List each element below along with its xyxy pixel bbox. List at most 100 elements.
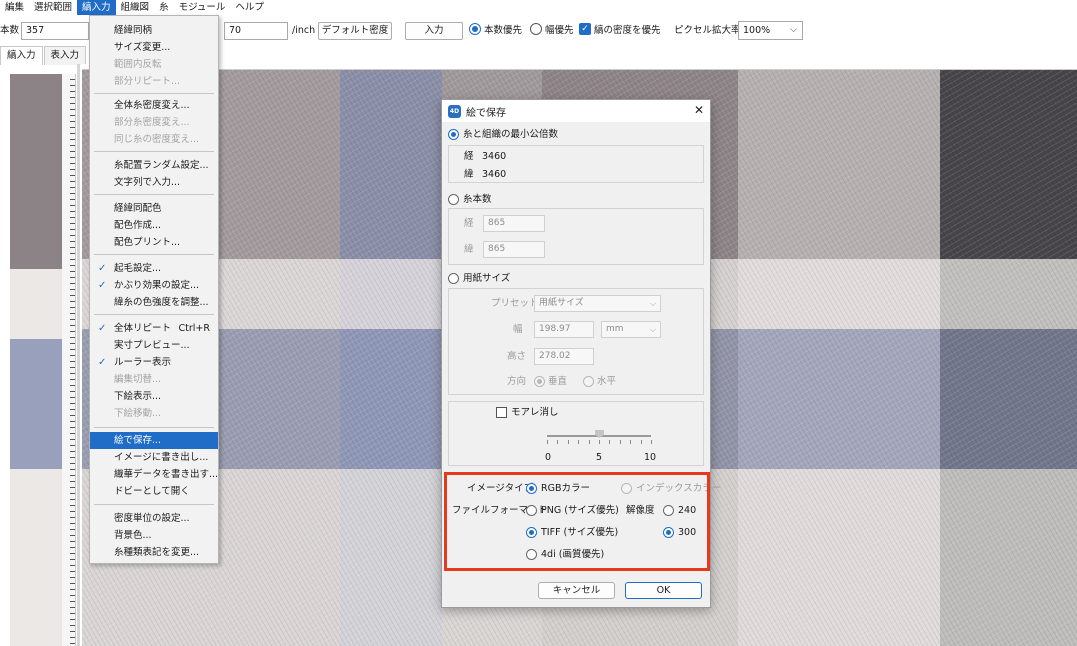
density-input[interactable]: 70 [224,22,288,40]
moire-checkbox[interactable] [496,407,507,418]
check-icon: ✓ [98,357,107,368]
lcm-weft-value: 3460 [482,169,507,180]
editor-tabs: 縞入力 表入力 [0,46,87,65]
tc-warp-input[interactable]: 865 [483,215,545,232]
menu-item-thread-notation[interactable]: 糸種類表記を変更... [90,544,218,561]
menu-item-export-image[interactable]: イメージに書き出し... [90,449,218,466]
tab-stripe-input[interactable]: 縞入力 [0,46,43,65]
dialog-title: 絵で保存 [466,108,506,119]
count-input[interactable]: 357 [21,22,89,40]
menu-item-full-repeat[interactable]: ✓ 全体リピート Ctrl+R [90,320,218,337]
lcm-group: 経 3460 緯 3460 [448,145,704,183]
menu-item-open-as-dobby[interactable]: ドビーとして開く [90,483,218,500]
menu-separator [94,427,214,428]
lcm-radio[interactable] [448,129,459,140]
menu-item-text-input[interactable]: 文字列で入力... [90,174,218,191]
cancel-button[interactable]: キャンセル [538,582,615,599]
menu-item-show-ruler[interactable]: ✓ ルーラー表示 [90,354,218,371]
tab-table-input[interactable]: 表入力 [43,46,87,65]
close-icon[interactable]: ✕ [694,103,704,117]
rgb-color-radio[interactable] [526,483,537,494]
count-priority-label: 本数優先 [484,25,523,36]
menu-module[interactable]: モジュール [174,0,231,15]
rgb-color-label: RGBカラー [541,483,590,494]
menu-thread[interactable]: 糸 [154,0,174,15]
res-300-radio[interactable] [663,527,674,538]
shortcut-label: Ctrl+R [178,323,210,334]
strip-segment [10,469,62,646]
panel-divider[interactable] [77,64,80,646]
menu-stripe-input[interactable]: 縞入力 [77,0,116,15]
menu-item-label: かぶり効果の設定... [114,280,200,291]
tc-warp-label: 経 [464,218,474,229]
pixel-zoom-select[interactable]: 100% ⌵ [738,21,803,40]
thread-count-radio[interactable] [448,194,459,205]
menu-item-partial-density[interactable]: 部分糸密度変え... [90,114,218,131]
png-radio[interactable] [526,505,537,516]
orientation-horizontal-label: 水平 [597,376,617,387]
slider-tick [640,440,642,444]
dialog-titlebar[interactable]: 4D 絵で保存 ✕ [442,100,710,122]
orientation-vertical-radio[interactable] [534,376,545,387]
tiff-label: TIFF (サイズ優先) [541,527,619,538]
lcm-warp-label: 経 [464,151,474,162]
menu-item-save-as-picture[interactable]: 絵で保存... [90,432,218,449]
menu-item-same-thread-density[interactable]: 同じ糸の密度変え... [90,131,218,148]
menu-item-resize[interactable]: サイズ変更... [90,39,218,56]
unit-select[interactable]: mm ⌵ [601,321,661,338]
chevron-down-icon: ⌵ [649,325,656,334]
stripe-density-checkbox[interactable]: ✓ [579,23,591,35]
menu-item-partial-repeat[interactable]: 部分リピート... [90,73,218,90]
menu-edit[interactable]: 編集 [0,0,29,15]
png-label: PNG (サイズ優先) [541,505,619,516]
preset-value: 用紙サイズ [539,298,584,308]
count-priority-radio[interactable] [469,23,481,35]
menu-item-density-unit[interactable]: 密度単位の設定... [90,510,218,527]
lcm-label: 糸と組織の最小公倍数 [463,129,559,140]
chevron-down-icon: ⌵ [790,25,797,35]
menu-item-invert-range[interactable]: 範囲内反転 [90,56,218,73]
width-input[interactable]: 198.97 [534,321,594,338]
menu-item-same-pattern[interactable]: 経緯同柄 [90,22,218,39]
preset-select[interactable]: 用紙サイズ ⌵ [534,295,661,312]
4di-radio[interactable] [526,549,537,560]
res-240-radio[interactable] [663,505,674,516]
paper-size-radio[interactable] [448,273,459,284]
menu-item-show-underlay[interactable]: 下絵表示... [90,388,218,405]
indexed-color-radio[interactable] [621,483,632,494]
menu-item-toggle-edit[interactable]: 編集切替... [90,371,218,388]
tiff-radio[interactable] [526,527,537,538]
check-icon: ✓ [98,280,107,291]
slider-min-label: 0 [545,452,552,463]
menu-item-same-colorway[interactable]: 経緯同配色 [90,200,218,217]
slider-max-label: 10 [644,452,657,463]
menu-item-move-underlay[interactable]: 下絵移動... [90,405,218,422]
ok-button[interactable]: OK [625,582,702,599]
menu-help[interactable]: ヘルプ [230,0,269,15]
pixel-zoom-value: 100% [743,25,771,36]
menu-item-weft-color-intensity[interactable]: 緯糸の色強度を調整... [90,294,218,311]
save-as-picture-dialog: 4D 絵で保存 ✕ 糸と組織の最小公倍数 経 3460 緯 3460 糸本数 経… [441,99,721,608]
menu-item-label: 全体リピート [114,323,172,334]
input-button[interactable]: 入力 [405,22,463,40]
menu-item-overlay-effect[interactable]: ✓ かぶり効果の設定... [90,277,218,294]
width-priority-radio[interactable] [530,23,542,35]
menu-item-global-density[interactable]: 全体糸密度変え... [90,97,218,114]
tc-weft-label: 緯 [464,244,474,255]
menu-item-actual-size-preview[interactable]: 実寸プレビュー... [90,337,218,354]
4di-label: 4di (画質優先) [541,549,605,560]
height-label: 高さ [507,351,527,362]
menu-item-background-color[interactable]: 背景色... [90,527,218,544]
orientation-horizontal-radio[interactable] [583,376,594,387]
menu-item-export-weave-data[interactable]: 織華データを書き出す... [90,466,218,483]
menu-item-print-colorway[interactable]: 配色プリント... [90,234,218,251]
menu-weave-diagram[interactable]: 組織図 [116,0,155,15]
tc-weft-input[interactable]: 865 [483,241,545,258]
default-density-button[interactable]: デフォルト密度 [318,22,392,40]
menu-item-create-colorway[interactable]: 配色作成... [90,217,218,234]
menu-selection[interactable]: 選択範囲 [29,0,77,15]
menu-item-random-placement[interactable]: 糸配置ランダム設定... [90,157,218,174]
menubar: 編集 選択範囲 縞入力 組織図 糸 モジュール ヘルプ [0,0,1077,15]
height-input[interactable]: 278.02 [534,348,594,365]
menu-item-nap-settings[interactable]: ✓ 起毛設定... [90,260,218,277]
